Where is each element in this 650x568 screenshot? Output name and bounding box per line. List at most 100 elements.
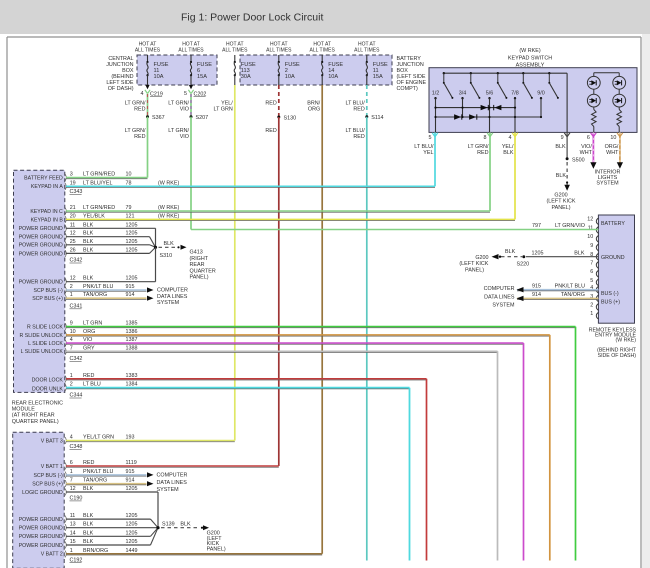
svg-text:V BATT 3: V BATT 3 — [41, 438, 63, 444]
svg-text:30A: 30A — [241, 74, 251, 80]
svg-text:POWER GROUND: POWER GROUND — [19, 280, 63, 286]
svg-text:4: 4 — [141, 91, 144, 97]
svg-text:15: 15 — [70, 539, 76, 545]
svg-text:MODULE: MODULE — [12, 407, 35, 413]
svg-text:20: 20 — [70, 213, 76, 219]
svg-text:TAN/ORG: TAN/ORG — [83, 478, 107, 484]
svg-text:SCP BUS (+): SCP BUS (+) — [32, 482, 63, 488]
svg-text:RED: RED — [134, 107, 145, 113]
svg-text:(W RKE): (W RKE) — [519, 48, 540, 54]
svg-text:G200: G200 — [554, 192, 567, 198]
svg-text:BLK: BLK — [83, 513, 94, 519]
svg-text:19: 19 — [70, 180, 76, 186]
svg-text:1205: 1205 — [126, 222, 138, 228]
svg-text:12: 12 — [70, 276, 76, 282]
svg-text:REAR: REAR — [190, 262, 205, 268]
svg-text:PNK/LT BLU: PNK/LT BLU — [83, 284, 113, 290]
svg-text:BLK: BLK — [83, 247, 94, 253]
svg-text:11: 11 — [588, 225, 594, 231]
svg-text:914: 914 — [126, 478, 135, 484]
svg-text:VIO: VIO — [180, 107, 189, 113]
svg-text:(AT RIGHT REAR: (AT RIGHT REAR — [12, 413, 55, 419]
svg-text:LT BLU/YEL: LT BLU/YEL — [83, 180, 112, 186]
svg-text:1205: 1205 — [126, 513, 138, 519]
svg-text:VIO: VIO — [180, 134, 189, 140]
svg-text:YEL: YEL — [423, 150, 433, 156]
svg-text:10A: 10A — [154, 74, 164, 80]
svg-text:193: 193 — [126, 435, 135, 441]
svg-text:COMPUTER: COMPUTER — [157, 288, 188, 294]
svg-text:POWER GROUND: POWER GROUND — [19, 251, 63, 257]
svg-text:ALL TIMES: ALL TIMES — [354, 48, 380, 54]
svg-text:1205: 1205 — [126, 539, 138, 545]
svg-text:1205: 1205 — [126, 522, 138, 528]
svg-text:15A: 15A — [373, 74, 383, 80]
svg-text:10A: 10A — [285, 74, 295, 80]
svg-text:1: 1 — [590, 311, 593, 317]
svg-text:S500: S500 — [572, 157, 585, 163]
svg-text:2: 2 — [590, 302, 593, 308]
svg-text:S310: S310 — [160, 253, 173, 259]
svg-text:BLK: BLK — [83, 539, 94, 545]
svg-text:12: 12 — [587, 217, 593, 223]
svg-text:ALL TIMES: ALL TIMES — [178, 48, 204, 54]
svg-text:LOGIC GROUND: LOGIC GROUND — [22, 490, 63, 496]
svg-text:6: 6 — [587, 135, 590, 141]
svg-text:3: 3 — [70, 172, 73, 178]
svg-text:6: 6 — [70, 460, 73, 466]
svg-text:OF DASH): OF DASH) — [108, 86, 134, 92]
svg-text:ORG: ORG — [83, 329, 95, 335]
svg-text:10: 10 — [610, 135, 616, 141]
svg-text:10A: 10A — [328, 74, 338, 80]
svg-text:POWER GROUND: POWER GROUND — [19, 243, 63, 249]
svg-text:BLK: BLK — [555, 144, 566, 150]
svg-text:RED: RED — [265, 101, 276, 107]
svg-text:7/8: 7/8 — [511, 90, 519, 96]
svg-text:BATTERY FEED: BATTERY FEED — [24, 176, 63, 182]
svg-text:RED: RED — [83, 460, 94, 466]
svg-text:COMPUTER: COMPUTER — [484, 286, 515, 292]
svg-text:SCP BUS (+): SCP BUS (+) — [32, 296, 63, 302]
svg-text:1205: 1205 — [126, 247, 138, 253]
svg-text:1205: 1205 — [126, 276, 138, 282]
svg-text:RED: RED — [83, 373, 94, 379]
svg-text:PANEL): PANEL) — [190, 275, 209, 281]
svg-text:9: 9 — [561, 135, 564, 141]
svg-text:KEYPAD SWITCH: KEYPAD SWITCH — [508, 56, 552, 62]
svg-text:DATA LINES: DATA LINES — [157, 294, 188, 300]
svg-text:BLK: BLK — [503, 150, 514, 156]
svg-text:DATA LINES: DATA LINES — [157, 480, 188, 486]
svg-text:11: 11 — [70, 222, 76, 228]
svg-text:POWER GROUND: POWER GROUND — [19, 235, 63, 241]
svg-text:S220: S220 — [517, 261, 530, 267]
svg-text:WHT: WHT — [606, 150, 619, 156]
svg-text:(W RKE): (W RKE) — [158, 213, 179, 219]
svg-text:BLK: BLK — [83, 522, 94, 528]
svg-text:RED: RED — [265, 128, 276, 134]
svg-text:914: 914 — [532, 292, 541, 298]
svg-text:5/6: 5/6 — [486, 90, 494, 96]
svg-text:R SLIDE LOCK: R SLIDE LOCK — [27, 325, 63, 331]
svg-text:7: 7 — [70, 345, 73, 351]
svg-text:BLK: BLK — [574, 250, 585, 256]
svg-text:6: 6 — [590, 269, 593, 275]
svg-text:BLK: BLK — [83, 239, 94, 245]
svg-text:1/2: 1/2 — [432, 90, 440, 96]
svg-text:S207: S207 — [196, 115, 209, 121]
svg-text:PANEL): PANEL) — [465, 268, 484, 274]
svg-text:S367: S367 — [152, 115, 165, 121]
svg-text:5: 5 — [184, 91, 187, 97]
svg-text:KEYPAD IN B: KEYPAD IN B — [31, 217, 64, 223]
svg-text:SYSTEM: SYSTEM — [157, 300, 180, 306]
svg-text:PNK/LT BLU: PNK/LT BLU — [555, 283, 585, 289]
svg-text:11: 11 — [70, 513, 76, 519]
svg-text:BATTERY: BATTERY — [601, 221, 625, 227]
svg-text:BLK: BLK — [180, 522, 191, 528]
svg-text:(LEFT KICK: (LEFT KICK — [459, 261, 488, 267]
svg-text:1: 1 — [70, 548, 73, 554]
svg-text:1385: 1385 — [126, 321, 138, 327]
svg-text:SCP BUS (-): SCP BUS (-) — [33, 288, 63, 294]
svg-text:S139: S139 — [162, 522, 175, 528]
svg-text:RED: RED — [477, 150, 488, 156]
svg-text:ORG: ORG — [308, 107, 320, 113]
